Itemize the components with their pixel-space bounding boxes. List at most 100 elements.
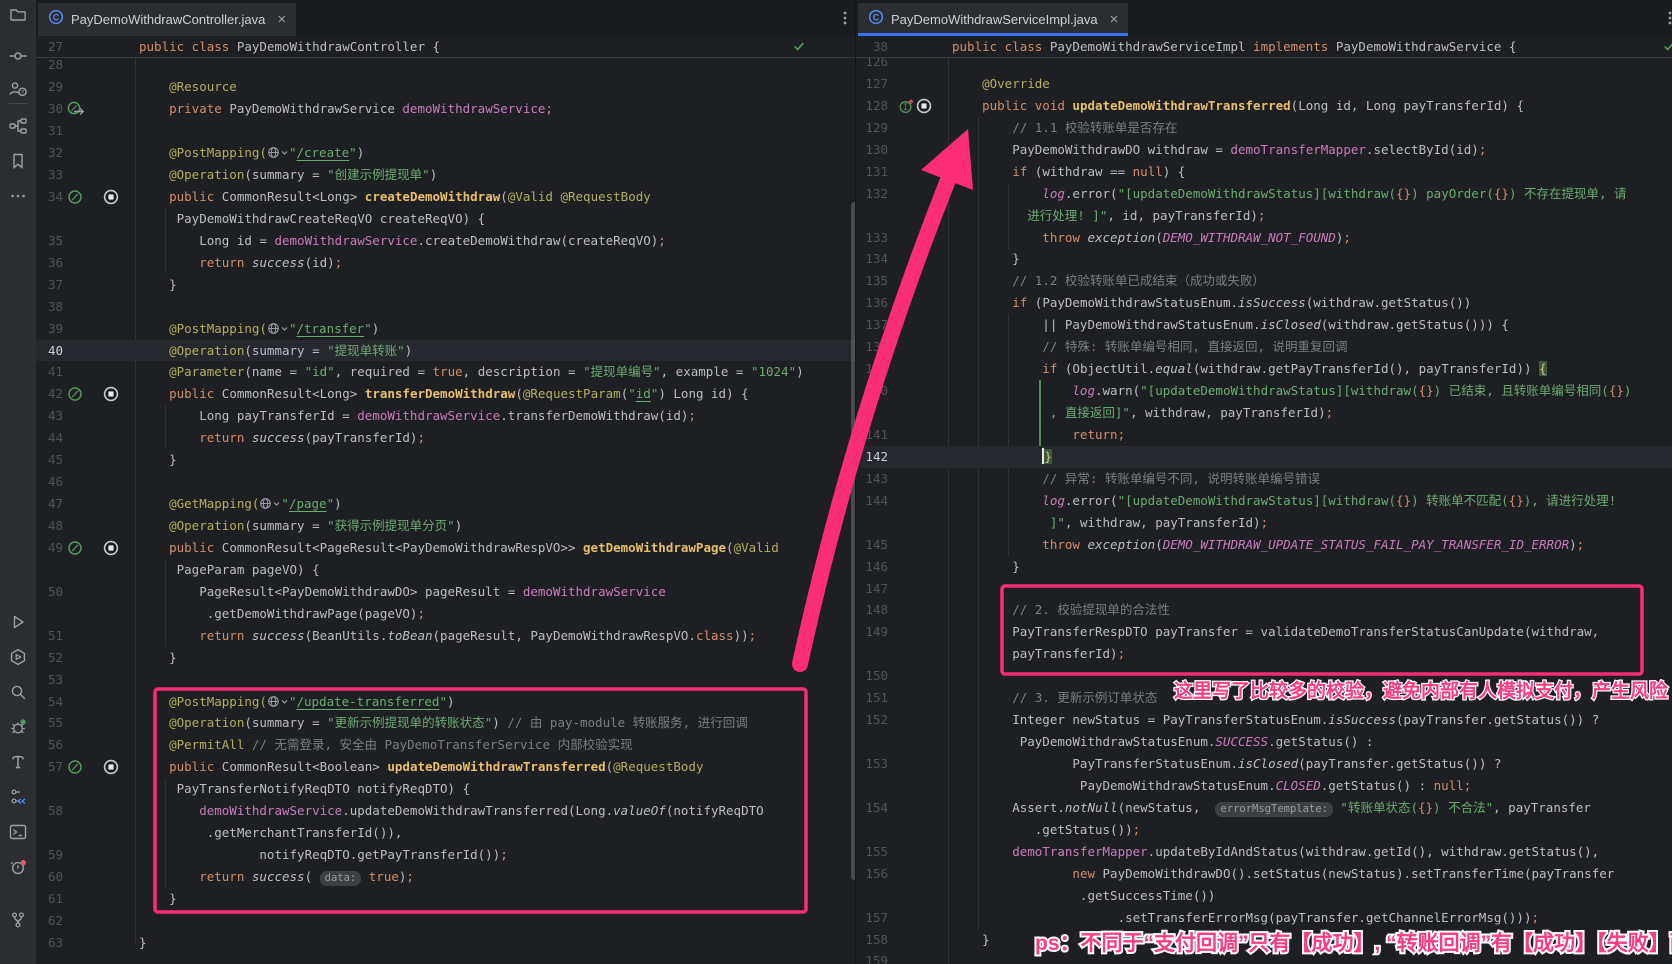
code-line[interactable]: 128I public void updateDemoWithdrawTrans… <box>856 95 1672 117</box>
bean-icon[interactable] <box>67 189 83 205</box>
code-line[interactable]: PageParam pageVO) { <box>36 559 855 581</box>
code-line[interactable]: PayDemoWithdrawStatusEnum.CLOSED.getStat… <box>856 775 1672 797</box>
close-icon[interactable]: × <box>277 12 286 27</box>
code-line[interactable]: 进行处理! ]", id, payTransferId); <box>856 205 1672 227</box>
sidebar-debug-icon[interactable] <box>8 717 28 737</box>
line-number[interactable]: 36 <box>36 252 63 274</box>
code-line[interactable]: 30 private PayDemoWithdrawService demoWi… <box>36 98 855 120</box>
code-line[interactable]: 137 || PayDemoWithdrawStatusEnum.isClose… <box>856 314 1672 336</box>
sidebar-bookmarks-icon[interactable] <box>8 151 28 171</box>
code-line[interactable]: 38 <box>36 296 855 318</box>
code-line[interactable]: 41 @Parameter(name = "id", required = tr… <box>36 361 855 383</box>
code-line[interactable]: .getStatus()); <box>856 819 1672 841</box>
line-number[interactable]: 46 <box>36 471 63 493</box>
line-number[interactable]: 145 <box>856 534 888 556</box>
line-number[interactable]: 43 <box>36 405 63 427</box>
code-line[interactable]: 154 Assert.notNull(newStatus, errorMsgTe… <box>856 797 1672 819</box>
sidebar-commit-icon[interactable] <box>8 46 28 66</box>
impl-icon[interactable]: I <box>898 98 914 114</box>
code-line[interactable]: 46 <box>36 471 855 493</box>
code-line[interactable]: PayDemoWithdrawCreateReqVO createReqVO) … <box>36 208 855 230</box>
line-number[interactable]: 37 <box>36 274 63 296</box>
code-line[interactable]: 56 @PermitAll // 无需登录, 安全由 PayDemoTransf… <box>36 734 855 756</box>
line-number[interactable]: 141 <box>856 424 888 446</box>
line-number[interactable] <box>36 208 63 230</box>
line-number[interactable]: 59 <box>36 844 63 866</box>
code-line[interactable]: .getMerchantTransferId()), <box>36 822 855 844</box>
line-number[interactable]: 60 <box>36 866 63 888</box>
line-number[interactable]: 53 <box>36 669 63 691</box>
code-line[interactable]: 38public class PayDemoWithdrawServiceImp… <box>856 36 1672 58</box>
code-line[interactable]: 135 // 1.2 校验转账单已成结束（成功或失败） <box>856 270 1672 292</box>
code-line[interactable]: 40 @Operation(summary = "提现单转账") <box>36 340 855 362</box>
code-line[interactable]: 153 PayTransferStatusEnum.isClosed(payTr… <box>856 753 1672 775</box>
code-line[interactable]: 156 new PayDemoWithdrawDO().setStatus(ne… <box>856 863 1672 885</box>
code-line[interactable]: 136 if (PayDemoWithdrawStatusEnum.isSucc… <box>856 292 1672 314</box>
code-line[interactable]: 45 } <box>36 449 855 471</box>
line-number[interactable]: 133 <box>856 227 888 249</box>
line-number[interactable]: 32 <box>36 142 63 164</box>
code-line[interactable]: 36 return success(id); <box>36 252 855 274</box>
line-number[interactable]: 63 <box>36 932 63 954</box>
code-line[interactable]: 149 PayTransferRespDTO payTransfer = val… <box>856 621 1672 643</box>
sidebar-build-hammer-icon[interactable] <box>8 752 28 772</box>
sidebar-terminal-icon[interactable] <box>8 822 28 842</box>
line-number[interactable]: 131 <box>856 161 888 183</box>
line-number[interactable]: 31 <box>36 120 63 142</box>
line-number[interactable]: 44 <box>36 427 63 449</box>
line-number[interactable]: 58 <box>36 800 63 822</box>
line-number[interactable]: 62 <box>36 910 63 932</box>
code-line[interactable]: payTransferId); <box>856 643 1672 665</box>
sidebar-more-icon[interactable] <box>8 186 28 206</box>
sidebar-folder-icon[interactable] <box>8 5 28 25</box>
bean-icon[interactable] <box>67 759 83 775</box>
line-number[interactable]: 40 <box>36 340 63 362</box>
line-number[interactable]: 52 <box>36 647 63 669</box>
code-line[interactable]: 150 <box>856 665 1672 687</box>
code-line[interactable]: 35 Long id = demoWithdrawService.createD… <box>36 230 855 252</box>
code-line[interactable]: 39 @PostMapping("/transfer") <box>36 318 855 340</box>
line-number[interactable]: 28 <box>36 57 63 76</box>
sidebar-users-question-icon[interactable]: ? <box>8 79 28 99</box>
line-number[interactable] <box>856 731 888 753</box>
line-number[interactable] <box>856 775 888 797</box>
code-line[interactable]: 53 <box>36 669 855 691</box>
code-line[interactable]: 126 <box>856 57 1672 73</box>
line-number[interactable]: 134 <box>856 248 888 270</box>
line-number[interactable]: 136 <box>856 292 888 314</box>
code-line[interactable]: 33 @Operation(summary = "创建示例提现单") <box>36 164 855 186</box>
code-line[interactable]: 138 // 特殊: 转账单编号相同, 直接返回, 说明重复回调 <box>856 336 1672 358</box>
tab-controller-java[interactable]: C PayDemoWithdrawController.java × <box>38 3 296 36</box>
code-line[interactable]: 141 return; <box>856 424 1672 446</box>
code-line[interactable]: 32 @PostMapping("/create") <box>36 142 855 164</box>
line-number[interactable] <box>36 778 63 800</box>
code-line[interactable]: 31 <box>36 120 855 142</box>
code-line[interactable]: 34 public CommonResult<Long> createDemoW… <box>36 186 855 208</box>
line-number[interactable]: 142 <box>856 446 888 468</box>
code-line[interactable]: 59 notifyReqDTO.getPayTransferId()); <box>36 844 855 866</box>
sidebar-search-icon[interactable] <box>8 682 28 702</box>
line-number[interactable]: 29 <box>36 76 63 98</box>
line-number[interactable]: 47 <box>36 493 63 515</box>
line-number[interactable]: 55 <box>36 712 63 734</box>
code-line[interactable]: 142 } <box>856 446 1672 468</box>
code-line[interactable]: 60 return success( data: true); <box>36 866 855 888</box>
code-line[interactable]: 57 public CommonResult<Boolean> updateDe… <box>36 756 855 778</box>
line-number[interactable]: 137 <box>856 314 888 336</box>
endpoint-icon[interactable] <box>103 759 119 775</box>
editor-options-icon[interactable] <box>836 8 854 28</box>
line-number[interactable]: 151 <box>856 687 888 709</box>
line-number[interactable]: 154 <box>856 797 888 819</box>
endpoint-icon[interactable] <box>916 98 932 114</box>
code-line[interactable]: 50 PageResult<PayDemoWithdrawDO> pageRes… <box>36 581 855 603</box>
line-number[interactable]: 158 <box>856 929 888 951</box>
code-line[interactable]: 52 } <box>36 647 855 669</box>
code-line[interactable]: 140 log.warn("[updateDemoWithdrawStatus]… <box>856 380 1672 402</box>
code-area[interactable]: 2829 @Resource30 private PayDemoWithdraw… <box>36 57 855 964</box>
line-number[interactable]: 39 <box>36 318 63 340</box>
line-number[interactable]: 33 <box>36 164 63 186</box>
code-line[interactable]: 27public class PayDemoWithdrawController… <box>36 36 855 58</box>
line-number[interactable]: 138 <box>856 336 888 358</box>
line-number[interactable]: 153 <box>856 753 888 775</box>
sidebar-alerts-clock-icon[interactable] <box>8 857 28 877</box>
